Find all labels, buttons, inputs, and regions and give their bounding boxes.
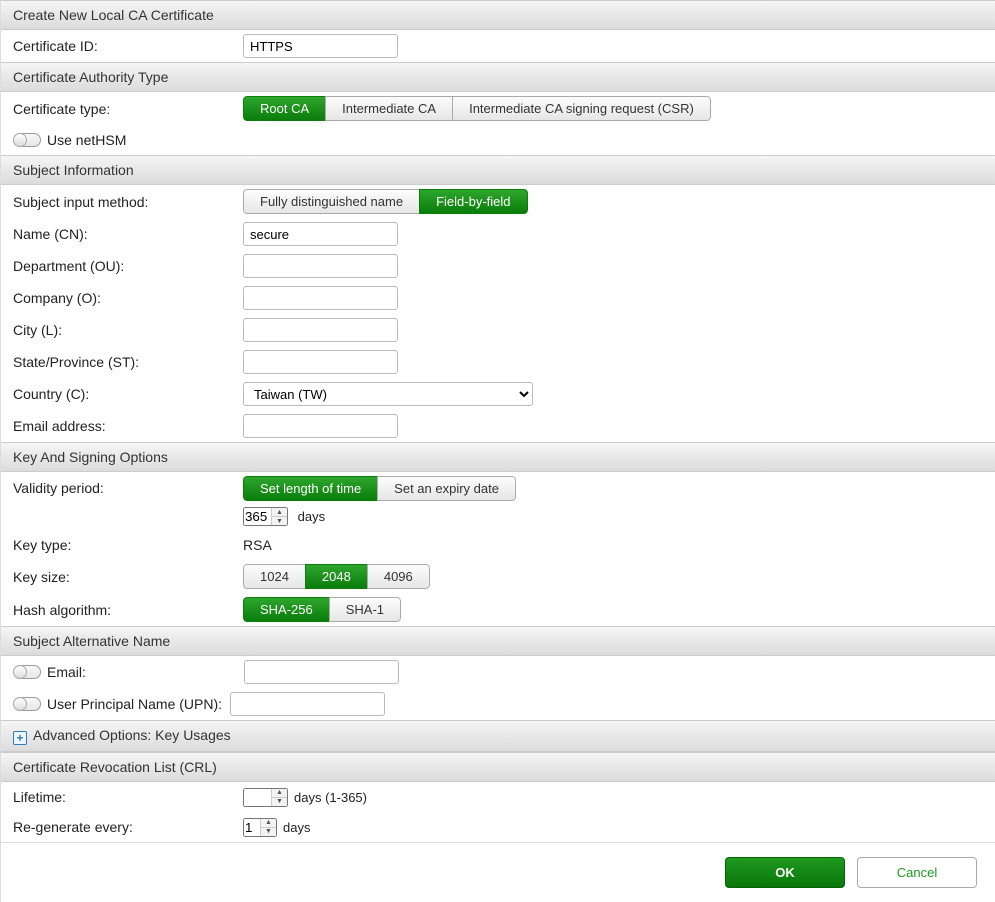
- row-hash: Hash algorithm: SHA-256 SHA-1: [1, 593, 995, 626]
- section-create-header: Create New Local CA Certificate: [1, 0, 995, 30]
- hash-sha256[interactable]: SHA-256: [243, 597, 330, 622]
- ou-input[interactable]: [243, 254, 398, 278]
- nethsm-toggle[interactable]: [13, 133, 41, 147]
- section-subject-header: Subject Information: [1, 155, 995, 185]
- hash-sha1[interactable]: SHA-1: [329, 597, 401, 622]
- row-lifetime: Lifetime: ▲▼ days (1-365): [1, 782, 995, 812]
- regen-label: Re-generate every:: [13, 819, 243, 835]
- keytype-label: Key type:: [13, 537, 243, 553]
- validity-set-expiry[interactable]: Set an expiry date: [377, 476, 516, 501]
- san-upn-label: User Principal Name (UPN):: [47, 696, 222, 712]
- cancel-button[interactable]: Cancel: [857, 857, 977, 888]
- email-input[interactable]: [243, 414, 398, 438]
- row-o: Company (O):: [1, 282, 995, 314]
- row-ou: Department (OU):: [1, 250, 995, 282]
- chevron-up-icon[interactable]: ▲: [261, 819, 276, 828]
- san-email-label: Email:: [47, 664, 86, 680]
- l-input[interactable]: [243, 318, 398, 342]
- section-keysign-header: Key And Signing Options: [1, 442, 995, 472]
- san-upn-input[interactable]: [230, 692, 385, 716]
- st-input[interactable]: [243, 350, 398, 374]
- hash-segment: SHA-256 SHA-1: [243, 597, 401, 622]
- validity-days-unit: days: [298, 509, 325, 524]
- validity-label: Validity period:: [13, 476, 243, 496]
- certificate-type-segment: Root CA Intermediate CA Intermediate CA …: [243, 96, 711, 121]
- certificate-id-label: Certificate ID:: [13, 38, 243, 54]
- input-method-segment: Fully distinguished name Field-by-field: [243, 189, 528, 214]
- row-input-method: Subject input method: Fully distinguishe…: [1, 185, 995, 218]
- nethsm-label: Use netHSM: [47, 132, 126, 148]
- row-certificate-type: Certificate type: Root CA Intermediate C…: [1, 92, 995, 125]
- section-san-header: Subject Alternative Name: [1, 626, 995, 656]
- section-adv-header[interactable]: + Advanced Options: Key Usages: [1, 720, 995, 752]
- row-san-upn: User Principal Name (UPN):: [1, 688, 995, 720]
- chevron-down-icon[interactable]: ▼: [261, 828, 276, 836]
- row-c: Country (C): Taiwan (TW): [1, 378, 995, 410]
- certtype-root-ca[interactable]: Root CA: [243, 96, 326, 121]
- plus-icon[interactable]: +: [13, 731, 27, 745]
- san-email-input[interactable]: [244, 660, 399, 684]
- san-email-toggle[interactable]: [13, 665, 41, 679]
- st-label: State/Province (ST):: [13, 354, 243, 370]
- validity-days-spinner[interactable]: ▲▼: [271, 508, 287, 525]
- hash-label: Hash algorithm:: [13, 602, 243, 618]
- validity-segment: Set length of time Set an expiry date: [243, 476, 516, 501]
- row-st: State/Province (ST):: [1, 346, 995, 378]
- adv-title: Advanced Options: Key Usages: [33, 727, 231, 743]
- o-label: Company (O):: [13, 290, 243, 306]
- row-keytype: Key type: RSA: [1, 530, 995, 560]
- row-regen: Re-generate every: ▲▼ days: [1, 812, 995, 842]
- ok-button[interactable]: OK: [725, 857, 845, 888]
- keysize-segment: 1024 2048 4096: [243, 564, 430, 589]
- regen-unit: days: [283, 820, 310, 835]
- chevron-down-icon[interactable]: ▼: [272, 517, 287, 525]
- input-method-label: Subject input method:: [13, 194, 243, 210]
- certificate-id-input[interactable]: [243, 34, 398, 58]
- validity-set-length[interactable]: Set length of time: [243, 476, 378, 501]
- row-keysize: Key size: 1024 2048 4096: [1, 560, 995, 593]
- cn-input[interactable]: [243, 222, 398, 246]
- o-input[interactable]: [243, 286, 398, 310]
- lifetime-spinner[interactable]: ▲▼: [271, 789, 287, 806]
- row-email: Email address:: [1, 410, 995, 442]
- certtype-intermediate-ca[interactable]: Intermediate CA: [325, 96, 453, 121]
- row-cn: Name (CN):: [1, 218, 995, 250]
- san-upn-toggle[interactable]: [13, 697, 41, 711]
- cn-label: Name (CN):: [13, 226, 243, 242]
- c-label: Country (C):: [13, 386, 243, 402]
- lifetime-label: Lifetime:: [13, 789, 243, 805]
- l-label: City (L):: [13, 322, 243, 338]
- chevron-up-icon[interactable]: ▲: [272, 508, 287, 517]
- keysize-2048[interactable]: 2048: [305, 564, 368, 589]
- row-nethsm: Use netHSM: [1, 125, 995, 155]
- keytype-value: RSA: [243, 537, 272, 553]
- lifetime-unit: days (1-365): [294, 790, 367, 805]
- certificate-type-label: Certificate type:: [13, 101, 243, 117]
- footer: OK Cancel: [1, 842, 995, 902]
- section-catype-header: Certificate Authority Type: [1, 62, 995, 92]
- keysize-1024[interactable]: 1024: [243, 564, 306, 589]
- inputmethod-fdn[interactable]: Fully distinguished name: [243, 189, 420, 214]
- row-certificate-id: Certificate ID:: [1, 30, 995, 62]
- country-select[interactable]: Taiwan (TW): [243, 382, 533, 406]
- row-l: City (L):: [1, 314, 995, 346]
- chevron-down-icon[interactable]: ▼: [272, 798, 287, 806]
- regen-spinner[interactable]: ▲▼: [260, 819, 276, 836]
- ou-label: Department (OU):: [13, 258, 243, 274]
- row-san-email: Email:: [1, 656, 995, 688]
- keysize-label: Key size:: [13, 569, 243, 585]
- certtype-intermediate-csr[interactable]: Intermediate CA signing request (CSR): [452, 96, 711, 121]
- inputmethod-fieldbyfield[interactable]: Field-by-field: [419, 189, 527, 214]
- chevron-up-icon[interactable]: ▲: [272, 789, 287, 798]
- keysize-4096[interactable]: 4096: [367, 564, 430, 589]
- email-label: Email address:: [13, 418, 243, 434]
- section-crl-header: Certificate Revocation List (CRL): [1, 752, 995, 782]
- row-validity: Validity period: Set length of time Set …: [1, 472, 995, 530]
